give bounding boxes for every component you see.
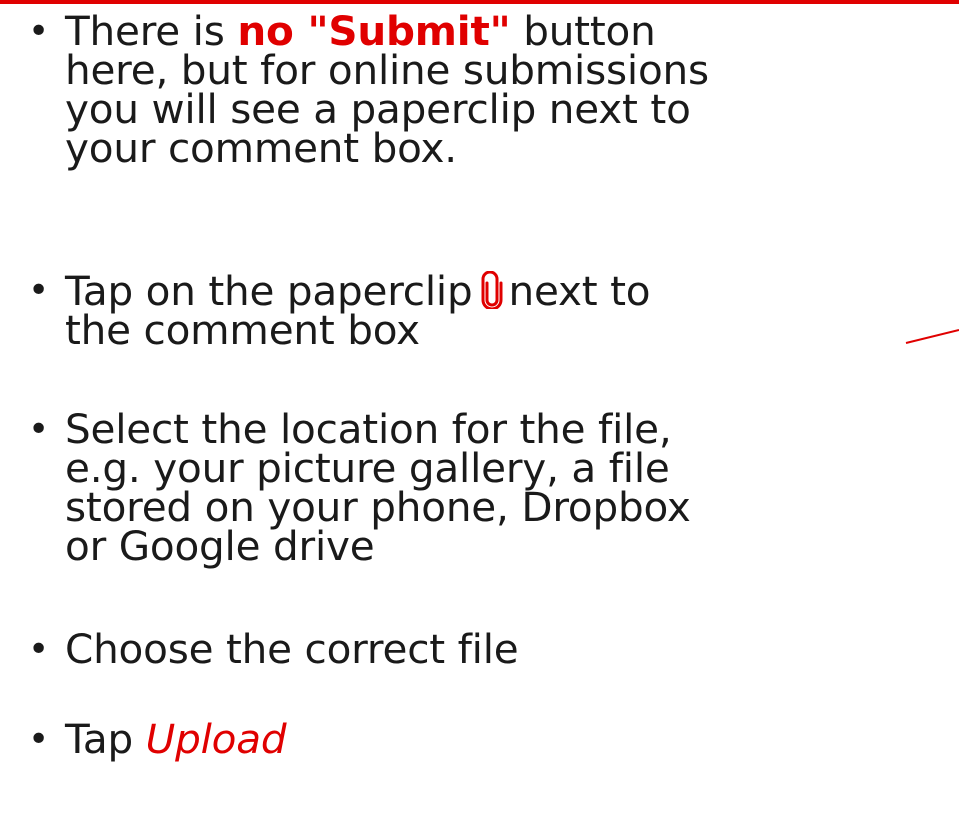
bullet-dot: • xyxy=(28,270,50,311)
upload-highlight: Upload xyxy=(145,715,287,763)
bullet-line: your comment box. xyxy=(65,124,457,172)
paperclip-icon xyxy=(481,271,502,309)
list-item-tap-upload: • Tap Upload xyxy=(28,719,953,760)
bullet-line: Tap on the paperclip next to xyxy=(28,271,953,312)
bullet-dot: • xyxy=(28,11,50,52)
list-item-select-location: • Select the location for the file, e.g.… xyxy=(28,409,953,570)
bullet-dot: • xyxy=(28,629,50,670)
bullet-line: Choose the correct file xyxy=(65,625,519,673)
bullet-line: the comment box xyxy=(65,306,420,354)
list-item-tap-paperclip: • Tap on the paperclip next to the commen… xyxy=(28,270,953,354)
bullet-dot: • xyxy=(28,409,50,450)
bullet-line: Tap Upload xyxy=(28,719,953,760)
bullet-line: or Google drive xyxy=(65,522,375,570)
list-item-no-submit: • There is no "Submit" button here, but … xyxy=(28,11,953,172)
list-item-choose-file: • Choose the correct file xyxy=(28,625,953,673)
text-before: Tap xyxy=(65,715,146,763)
text-after: next to xyxy=(508,267,651,315)
bullet-dot: • xyxy=(28,719,50,760)
